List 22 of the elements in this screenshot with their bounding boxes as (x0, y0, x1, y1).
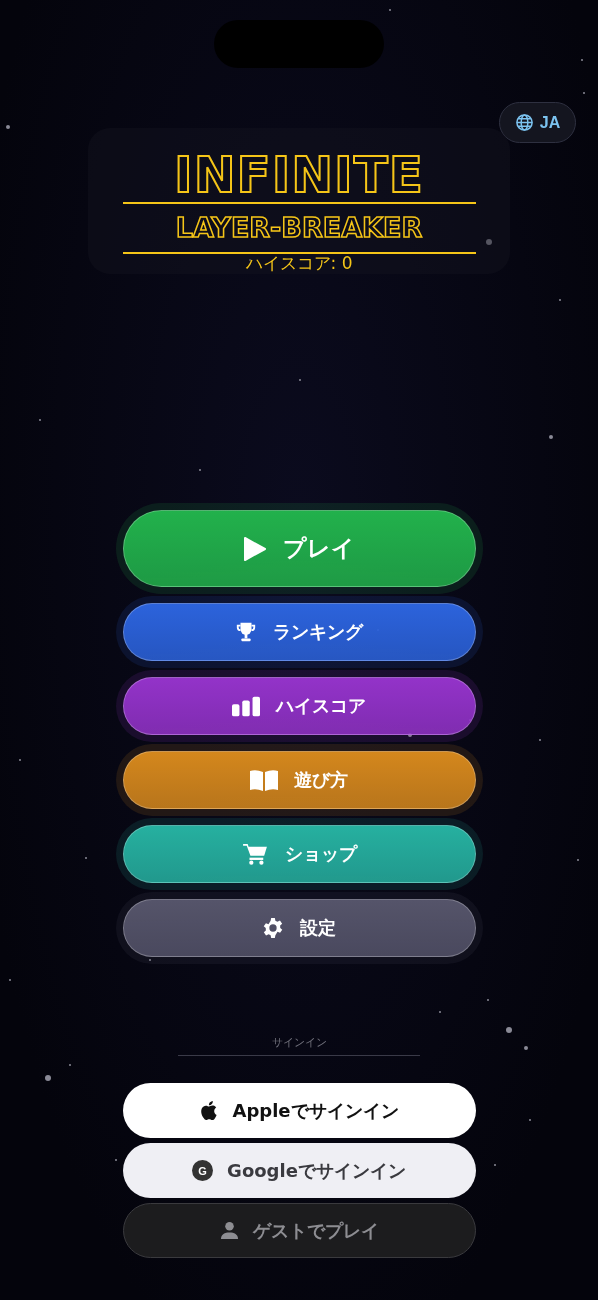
person-icon (219, 1220, 239, 1241)
globe-icon (514, 113, 534, 132)
apple-icon (199, 1100, 219, 1121)
book-icon (250, 769, 278, 791)
google-icon: G (192, 1160, 214, 1181)
guest-play-button[interactable]: ゲストでプレイ (122, 1203, 476, 1258)
play-icon (243, 535, 267, 562)
menu-button[interactable]: ハイスコア (122, 677, 476, 735)
high-score-text: ハイスコア: 0 (245, 254, 353, 272)
sign-in-button[interactable]: Appleでサインイン (122, 1083, 476, 1138)
language-button[interactable]: JA (499, 102, 576, 143)
menu-button[interactable]: 遊び方 (122, 751, 476, 809)
bar-chart-icon (232, 695, 260, 717)
game-title: INFINITE (174, 148, 424, 202)
sign-in-heading: サインイン (178, 1035, 420, 1056)
settings-icon (262, 917, 284, 939)
menu-button[interactable]: 設定 (122, 899, 476, 957)
menu-button[interactable]: ランキング (122, 603, 476, 661)
cart-icon (241, 843, 269, 865)
game-subtitle: LAYER-BREAKER (175, 211, 423, 245)
sign-in-button[interactable]: G Googleでサインイン (122, 1143, 476, 1198)
trophy-icon (235, 621, 257, 643)
